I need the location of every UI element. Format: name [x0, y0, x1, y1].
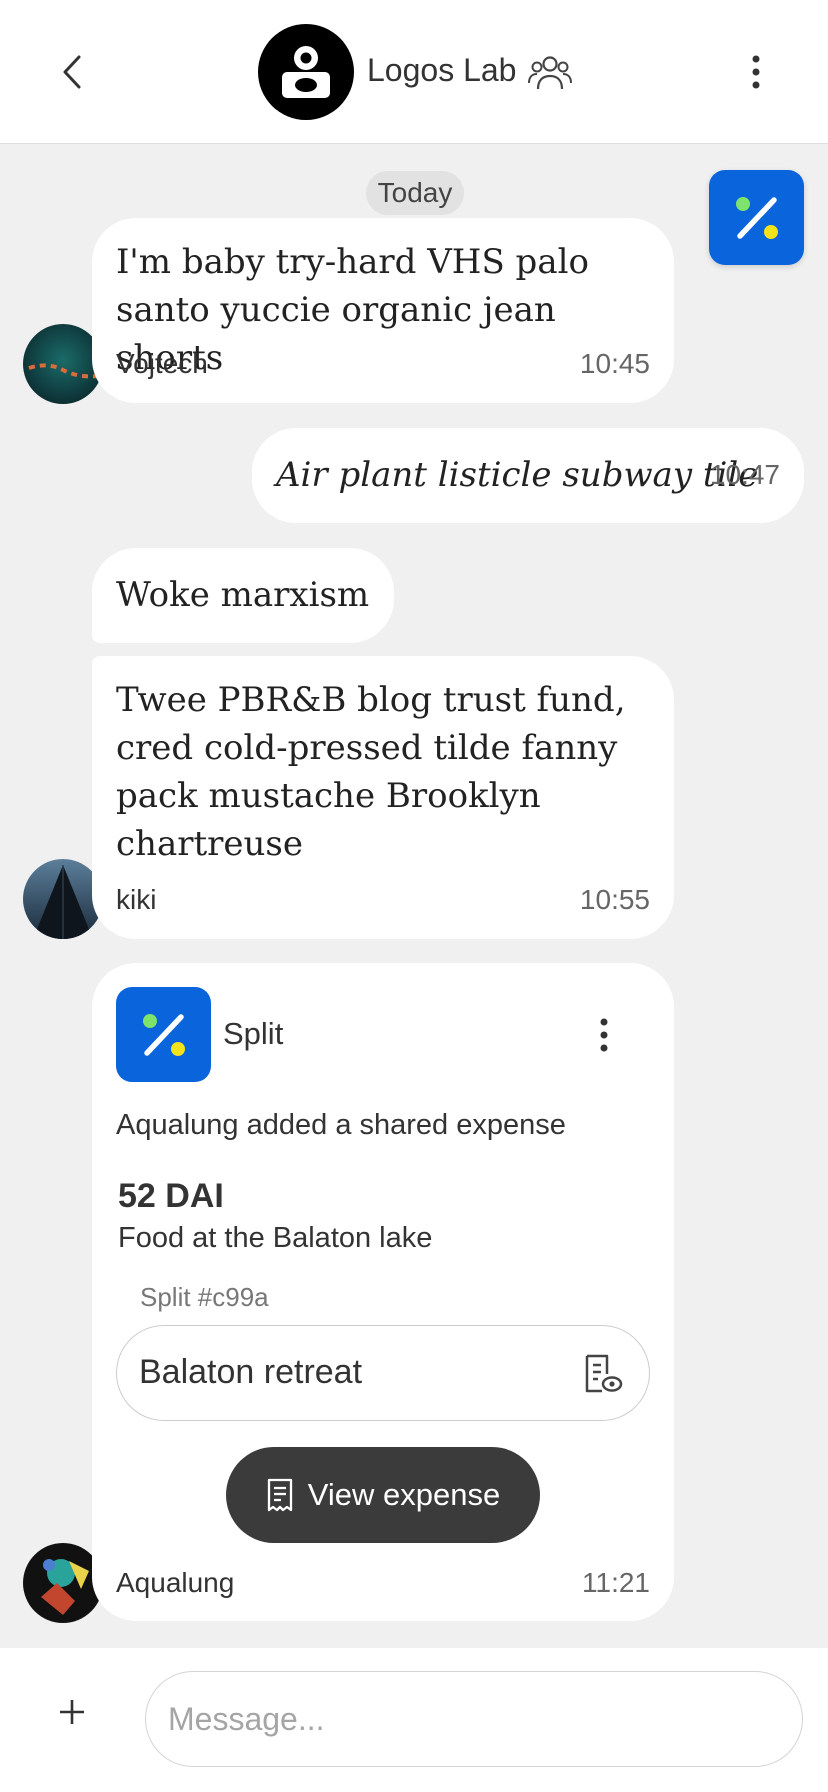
- split-group-name: Balaton retreat: [139, 1353, 363, 1391]
- message-bubble[interactable]: Woke marxism: [92, 548, 394, 643]
- day-separator: Today: [366, 171, 464, 215]
- expense-title: Food at the Balaton lake: [118, 1222, 433, 1254]
- avatar-image: [23, 859, 103, 939]
- message-time: 11:21: [582, 1567, 650, 1598]
- message-input[interactable]: [145, 1671, 803, 1767]
- message-bubble[interactable]: I'm baby try-hard VHS palo santo yuccie …: [92, 218, 674, 403]
- avatar-image: [23, 1543, 103, 1623]
- more-options-button[interactable]: [734, 46, 778, 98]
- logos-logo-icon: [282, 46, 330, 98]
- message-bubble[interactable]: Twee PBR&B blog trust fund, cred cold-pr…: [92, 656, 674, 939]
- message-text: Woke marxism: [116, 575, 370, 615]
- view-expense-label: View expense: [307, 1477, 501, 1512]
- group-title: Logos Lab: [367, 52, 517, 88]
- avatar-aqualung[interactable]: [23, 1543, 103, 1623]
- split-id: Split #c99a: [140, 1282, 269, 1312]
- message-composer: [0, 1648, 828, 1792]
- message-text: Twee PBR&B blog trust fund, cred cold-pr…: [116, 680, 626, 864]
- message-text: Air plant listicle subway tile: [276, 455, 759, 495]
- expense-amount: 52 DAI: [118, 1177, 224, 1215]
- avatar-vojtech[interactable]: [23, 324, 103, 404]
- split-expense-card: Split Aqualung added a shared expense 52…: [92, 963, 674, 1621]
- expense-description: Aqualung added a shared expense: [116, 1109, 566, 1141]
- message-sender: kiki: [116, 884, 157, 915]
- more-vertical-icon: [752, 55, 760, 89]
- message-time: 10:47: [709, 459, 780, 490]
- avatar-image: [23, 324, 103, 404]
- card-more-button[interactable]: [588, 1013, 620, 1057]
- plus-icon: [60, 1700, 84, 1724]
- message-sender: Vojtech: [116, 348, 208, 379]
- receipt-view-icon: [585, 1354, 623, 1393]
- chevron-left-icon: [63, 55, 81, 89]
- message-time: 10:55: [579, 884, 650, 915]
- split-app-button[interactable]: [709, 170, 804, 265]
- message-sender: Aqualung: [116, 1567, 235, 1598]
- split-group-field[interactable]: Balaton retreat: [116, 1325, 650, 1421]
- more-vertical-icon: [600, 1018, 608, 1052]
- add-attachment-button[interactable]: [50, 1690, 94, 1734]
- users-icon: [528, 56, 572, 90]
- back-button[interactable]: [50, 46, 94, 98]
- chat-header: Logos Lab: [0, 0, 828, 144]
- message-bubble-outgoing[interactable]: Air plant listicle subway tile 10:47: [252, 428, 804, 523]
- percent-icon: [142, 1013, 185, 1056]
- view-expense-button[interactable]: View expense: [226, 1447, 540, 1543]
- split-app-logo: [116, 987, 211, 1082]
- group-avatar[interactable]: [258, 24, 354, 120]
- percent-icon: [735, 196, 778, 239]
- split-app-name: Split: [223, 1016, 284, 1051]
- avatar-kiki[interactable]: [23, 859, 103, 939]
- message-time: 10:45: [579, 348, 650, 379]
- receipt-icon: [267, 1478, 292, 1512]
